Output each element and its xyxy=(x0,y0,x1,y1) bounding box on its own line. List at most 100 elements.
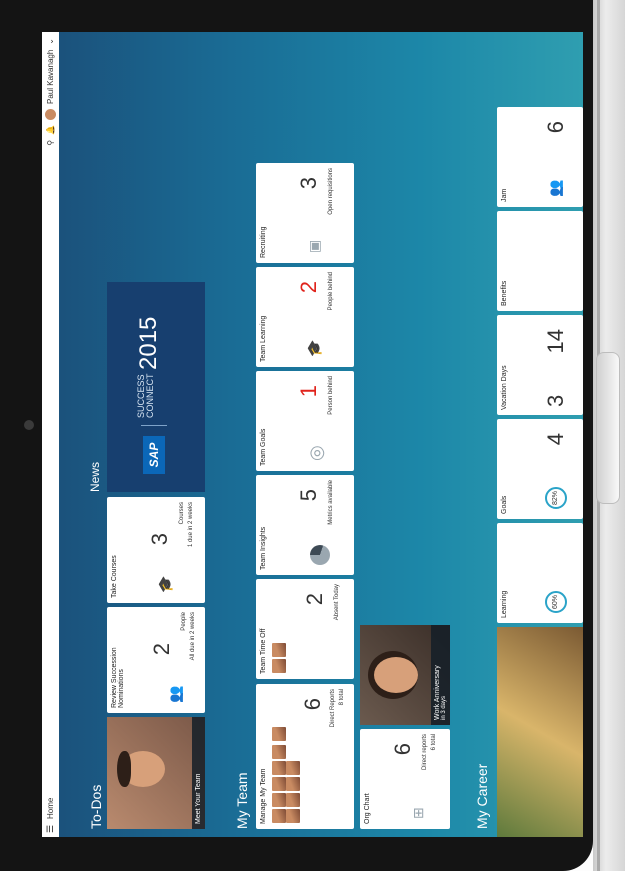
section-my-team: My Team xyxy=(234,772,250,829)
vacation-days-tile[interactable]: Vacation Days 3 14 xyxy=(497,315,583,415)
tile-sub: 6 total xyxy=(431,734,437,751)
team-time-off-tile[interactable]: Team Time Off 2 Absent Today xyxy=(256,579,354,679)
recruiting-tile[interactable]: Recruiting ▣ 3 Open requisitions xyxy=(256,163,354,263)
tile-value: 3 xyxy=(296,177,321,190)
tile-title: Jam xyxy=(501,188,508,202)
sap-logo: SAP xyxy=(143,436,165,474)
tile-unit: People behind xyxy=(328,272,334,311)
home-page: ☰ Home ⚲ 🔔 Paul Kavanagh ⌄ To-Dos News M… xyxy=(42,32,583,837)
tile-title: Team Learning xyxy=(260,315,267,362)
tile-value: 2 xyxy=(149,643,174,656)
team-goals-tile[interactable]: Team Goals ◎ 1 Person behind xyxy=(256,371,354,471)
tile-value: 1 xyxy=(296,385,321,398)
anniversary-title: Work Anniversary xyxy=(434,665,441,720)
bell-icon[interactable]: 🔔 xyxy=(46,125,55,135)
team-member-photo xyxy=(286,793,300,807)
meet-your-team-tile[interactable]: Meet Your Team xyxy=(107,717,205,829)
tile-unit: Absent Today xyxy=(334,584,340,621)
tile-sub: 1 due in 2 weeks xyxy=(188,502,194,548)
tile-title: Goals xyxy=(501,495,508,514)
career-banner-photo xyxy=(497,627,583,837)
tile-sub: All due in 2 weeks xyxy=(190,612,196,661)
team-member-photo xyxy=(272,643,286,657)
shell-actions: ⚲ 🔔 Paul Kavanagh ⌄ xyxy=(45,38,56,146)
team-member-photo xyxy=(272,659,286,673)
tile-title: Review Succession Nominations xyxy=(111,647,125,708)
team-member-photo xyxy=(272,809,286,823)
tile-value-secondary: 14 xyxy=(543,329,568,354)
device-camera xyxy=(24,420,34,430)
tile-unit: Direct Reports xyxy=(330,689,336,728)
target-icon: ◎ xyxy=(306,445,326,461)
tile-value: 2 xyxy=(302,593,327,606)
team-insights-tile[interactable]: Team Insights 5 Metrics available xyxy=(256,475,354,575)
graduation-cap-icon: 🎓 xyxy=(157,575,173,593)
tile-value: 6 xyxy=(390,743,415,756)
news-divider xyxy=(141,425,167,426)
recruiting-icon: ▣ xyxy=(306,239,322,253)
tile-value: 6 xyxy=(300,698,325,711)
tile-title: Team Time Off xyxy=(260,628,267,674)
tile-title: Team Insights xyxy=(260,526,267,570)
tile-title: Take Courses xyxy=(111,555,118,598)
tile-title: Team Goals xyxy=(260,428,267,466)
person-photo xyxy=(374,657,418,693)
tile-value: 4 xyxy=(543,433,568,446)
team-member-photo xyxy=(286,809,300,823)
learning-gauge: 60% xyxy=(545,591,567,613)
graduation-cap-icon: 🎓 xyxy=(306,339,322,357)
people-icon: 👥 xyxy=(167,685,183,703)
tile-title: Org Chart xyxy=(364,793,371,824)
tile-sub: 8 total xyxy=(339,689,345,706)
shell-bar: ☰ Home ⚲ 🔔 Paul Kavanagh ⌄ xyxy=(42,32,59,837)
device-screen: ☰ Home ⚲ 🔔 Paul Kavanagh ⌄ To-Dos News M… xyxy=(42,32,583,837)
tile-title: Vacation Days xyxy=(501,365,508,410)
tile-value: 6 xyxy=(543,121,568,134)
people-icon: 👥 xyxy=(547,179,563,197)
goals-tile[interactable]: Goals 82% 4 xyxy=(497,419,583,519)
absent-photos xyxy=(272,641,286,673)
team-member-photo xyxy=(286,777,300,791)
tile-unit: People xyxy=(181,612,187,631)
benefits-tile[interactable]: Benefits xyxy=(497,211,583,311)
tile-value: 2 xyxy=(296,281,321,294)
team-member-photo xyxy=(286,761,300,775)
person-hair xyxy=(117,751,131,787)
work-anniversary-label: Work Anniversary in 3 days xyxy=(431,625,450,725)
team-member-photo xyxy=(272,777,286,791)
tile-unit: Open requisitions xyxy=(328,168,334,215)
team-learning-tile[interactable]: Team Learning 🎓 2 People behind xyxy=(256,267,354,367)
hamburger-icon[interactable]: ☰ xyxy=(45,823,55,833)
work-anniversary-tile[interactable]: Work Anniversary in 3 days xyxy=(360,625,450,725)
tile-unit: Metrics available xyxy=(328,480,334,525)
take-courses-tile[interactable]: Take Courses 🎓 3 Courses 1 due in 2 week… xyxy=(107,497,205,603)
manage-my-team-tile[interactable]: Manage My Team 6 Direct Reports 8 total xyxy=(256,684,354,829)
avatar[interactable] xyxy=(45,108,56,120)
team-member-photo xyxy=(272,745,286,759)
tile-title: Benefits xyxy=(501,280,508,306)
user-name[interactable]: Paul Kavanagh xyxy=(46,50,55,104)
tile-title: Manage My Team xyxy=(260,768,267,824)
org-chart-tile[interactable]: Org Chart ⊞ 6 Direct reports 6 total xyxy=(360,729,450,829)
tile-unit: Person behind xyxy=(328,376,334,415)
news-tile[interactable]: SAP SUCCESS CONNECT 2015 xyxy=(107,282,205,492)
team-photos xyxy=(272,723,300,823)
team-member-photo xyxy=(272,761,286,775)
learning-tile[interactable]: Learning 60% xyxy=(497,523,583,623)
device-home-button[interactable] xyxy=(596,352,620,504)
goals-gauge: 82% xyxy=(545,487,567,509)
jam-tile[interactable]: Jam 👥 6 xyxy=(497,107,583,207)
section-todos: To-Dos xyxy=(88,784,104,829)
anniversary-sub: in 3 days xyxy=(441,695,447,720)
tile-value: 3 xyxy=(147,533,172,546)
pie-chart-icon xyxy=(310,545,330,565)
org-chart-icon: ⊞ xyxy=(410,807,426,819)
tile-title: Learning xyxy=(501,590,508,618)
meet-your-team-label: Meet Your Team xyxy=(192,717,205,829)
search-icon[interactable]: ⚲ xyxy=(46,140,55,146)
section-news: News xyxy=(88,461,102,492)
chevron-down-icon[interactable]: ⌄ xyxy=(46,38,55,45)
tile-value: 3 xyxy=(543,394,568,407)
succession-nominations-tile[interactable]: Review Succession Nominations 👥 2 People… xyxy=(107,607,205,713)
home-link[interactable]: Home xyxy=(46,798,55,819)
